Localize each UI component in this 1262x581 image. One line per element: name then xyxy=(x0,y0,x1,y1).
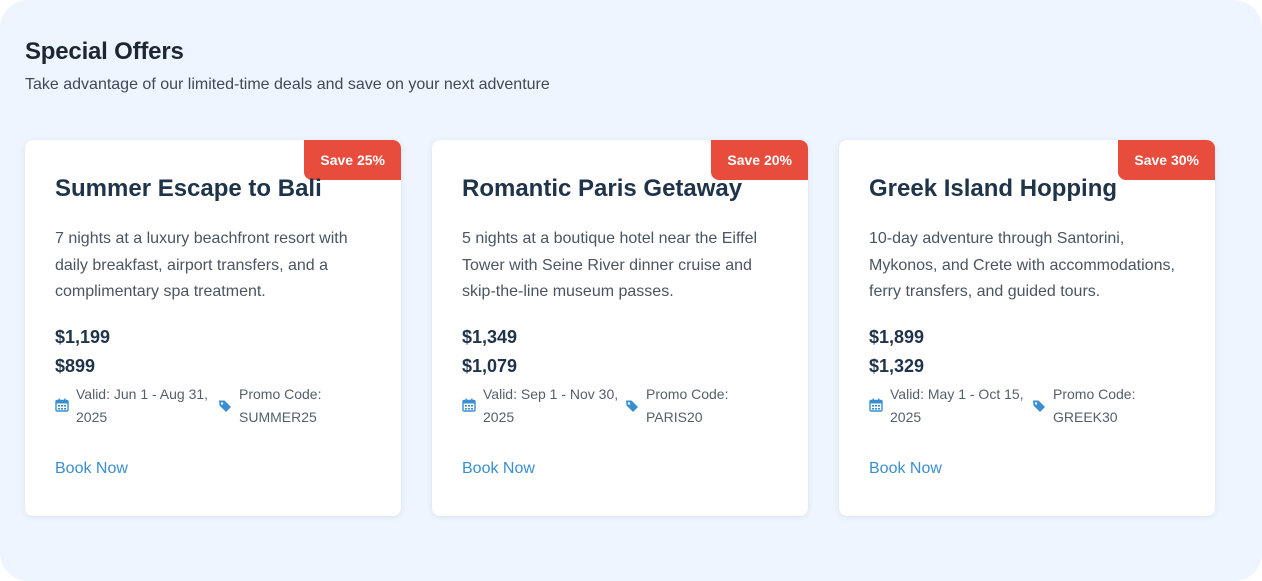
book-now-link[interactable]: Book Now xyxy=(869,460,942,478)
calendar-icon xyxy=(55,396,69,412)
calendar-icon xyxy=(462,396,476,412)
tag-icon xyxy=(218,397,232,412)
promo-code-text: Promo Code: GREEK30 xyxy=(1053,386,1136,425)
discount-badge: Save 20% xyxy=(711,140,808,180)
validity-text: Valid: Jun 1 - Aug 31, 2025 xyxy=(76,386,209,425)
sale-price: $1,079 xyxy=(462,356,518,376)
offer-meta: Valid: May 1 - Oct 15, 2025 Promo Code: … xyxy=(869,383,1189,429)
special-offers-section: Special Offers Take advantage of our lim… xyxy=(0,0,1262,581)
book-now-link[interactable]: Book Now xyxy=(55,460,128,478)
offer-description: 10-day adventure through Santorini, Myko… xyxy=(869,230,1175,300)
offer-meta: Valid: Sep 1 - Nov 30, 2025 Promo Code: … xyxy=(462,383,782,429)
discount-badge: Save 30% xyxy=(1118,140,1215,180)
validity-text: Valid: May 1 - Oct 15, 2025 xyxy=(890,386,1024,425)
offer-title: Greek Island Hopping xyxy=(869,175,1118,202)
tag-icon xyxy=(625,397,639,412)
section-title: Special Offers xyxy=(25,38,184,65)
section-subtitle: Take advantage of our limited-time deals… xyxy=(25,76,550,93)
offer-description: 7 nights at a luxury beachfront resort w… xyxy=(55,230,348,300)
promo: Promo Code: PARIS20 xyxy=(623,383,756,429)
original-price: $1,199 xyxy=(55,327,111,347)
offer-description: 5 nights at a boutique hotel near the Ei… xyxy=(462,230,758,300)
tag-icon xyxy=(1032,397,1046,412)
offer-title: Romantic Paris Getaway xyxy=(462,175,743,202)
promo: Promo Code: GREEK30 xyxy=(1030,383,1163,429)
offer-meta: Valid: Jun 1 - Aug 31, 2025 Promo Code: … xyxy=(55,383,375,429)
validity: Valid: Sep 1 - Nov 30, 2025 xyxy=(462,383,623,429)
calendar-icon xyxy=(869,396,883,412)
promo-code-text: Promo Code: PARIS20 xyxy=(646,386,729,425)
promo-code-text: Promo Code: SUMMER25 xyxy=(239,386,322,425)
offer-card-paris: Save 20% Romantic Paris Getaway 5 nights… xyxy=(432,140,808,516)
sale-price: $1,329 xyxy=(869,356,925,376)
offer-title: Summer Escape to Bali xyxy=(55,175,322,202)
sale-price: $899 xyxy=(55,356,96,376)
offer-card-bali: Save 25% Summer Escape to Bali 7 nights … xyxy=(25,140,401,516)
original-price: $1,349 xyxy=(462,327,518,347)
validity-text: Valid: Sep 1 - Nov 30, 2025 xyxy=(483,386,619,425)
validity: Valid: Jun 1 - Aug 31, 2025 xyxy=(55,383,216,429)
promo: Promo Code: SUMMER25 xyxy=(216,383,349,429)
original-price: $1,899 xyxy=(869,327,925,347)
discount-badge: Save 25% xyxy=(304,140,401,180)
offer-card-greece: Save 30% Greek Island Hopping 10-day adv… xyxy=(839,140,1215,516)
validity: Valid: May 1 - Oct 15, 2025 xyxy=(869,383,1030,429)
book-now-link[interactable]: Book Now xyxy=(462,460,535,478)
